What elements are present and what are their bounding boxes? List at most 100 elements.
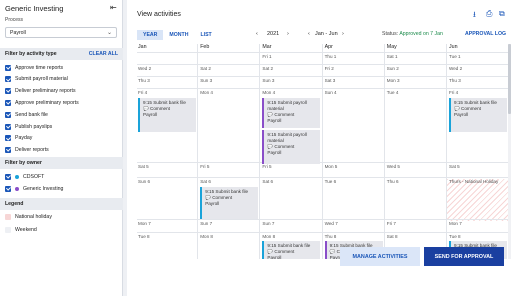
day-label[interactable]: Fri 4 [449, 90, 458, 95]
day-label[interactable]: Wed 2 [138, 66, 151, 71]
activity-event-card[interactable]: 9:15 Submit bank file💬 CommentPayroll [262, 241, 321, 259]
day-label[interactable]: Sat 2 [200, 66, 211, 71]
activity-event-card[interactable]: 9:15 Submit bank file💬 CommentPayroll [200, 187, 259, 219]
legend-swatch [5, 213, 11, 220]
approval-log-link[interactable]: APPROVAL LOG [465, 31, 506, 37]
day-label[interactable]: Mon 4 [262, 90, 275, 95]
checkbox-checked-icon[interactable] [5, 111, 11, 118]
day-label[interactable]: Tue 6 [325, 179, 337, 184]
clear-all-link[interactable]: CLEAR ALL [89, 51, 118, 57]
day-label[interactable]: Tue 4 [387, 90, 399, 95]
day-label[interactable]: Sun 6 [138, 179, 150, 184]
day-label[interactable]: Sun 2 [387, 66, 399, 71]
activity-event-card[interactable]: 9:15 Submit bank file💬 CommentPayroll [449, 98, 507, 132]
next-range-icon[interactable]: › [342, 31, 344, 37]
day-label[interactable]: Sat 5 [138, 164, 149, 169]
day-label[interactable]: Sun 4 [325, 90, 337, 95]
activity-event-card[interactable]: 9:15 Submit bank file💬 CommentPayroll [138, 98, 196, 132]
activity-filter-item[interactable]: Approve time reports [5, 63, 63, 72]
tab-year[interactable]: YEAR [137, 30, 164, 40]
collapse-panel-icon[interactable]: ⇤ [110, 3, 117, 12]
calendar-scrollbar[interactable] [508, 44, 511, 259]
owner-filter-cdsoft[interactable]: CDSOFT [5, 172, 44, 181]
day-label[interactable]: Sat 2 [262, 66, 273, 71]
day-label[interactable]: Thu 3 [449, 78, 461, 83]
scrollbar-thumb[interactable] [508, 44, 511, 114]
checkbox-checked-icon[interactable] [5, 123, 11, 130]
tab-list[interactable]: LIST [194, 30, 217, 40]
activity-event-card[interactable]: 9:15 Submit payroll material 💬 Comment Pay… [262, 130, 321, 164]
next-year-icon[interactable]: › [287, 31, 289, 37]
day-label[interactable]: Mon 8 [200, 234, 213, 239]
day-label[interactable]: Fri 7 [387, 221, 396, 226]
day-label[interactable]: Mon 4 [200, 90, 213, 95]
activity-filter-item[interactable]: Payday [5, 134, 32, 143]
checkbox-checked-icon[interactable] [5, 147, 11, 154]
send-for-approval-button[interactable]: SEND FOR APPROVAL [424, 247, 504, 266]
day-label[interactable]: Sun 3 [262, 78, 274, 83]
prev-year-icon[interactable]: ‹ [256, 31, 258, 37]
activity-event-card[interactable]: 9:15 Submit payroll material 💬 Comment Pay… [262, 98, 321, 128]
day-label[interactable]: Thu 6 [387, 179, 399, 184]
day-label[interactable]: Sat 1 [387, 54, 398, 59]
day-label[interactable]: Tue 8 [449, 234, 461, 239]
day-label[interactable]: Thu 1 [325, 54, 337, 59]
checkbox-checked-icon[interactable] [5, 173, 11, 180]
tab-month[interactable]: MONTH [163, 30, 194, 40]
day-label[interactable]: Sat 6 [200, 179, 211, 184]
activity-filter-item[interactable]: Deliver preliminary reports [5, 87, 76, 96]
prev-range-icon[interactable]: ‹ [308, 31, 310, 37]
activity-filter-item[interactable]: Deliver reports [5, 146, 49, 155]
day-label[interactable]: Fri 5 [262, 164, 271, 169]
download-icon[interactable]: ⭳ [473, 9, 476, 23]
day-label[interactable]: Sat 6 [262, 179, 273, 184]
filter-owner-title: Filter by owner [5, 160, 42, 166]
checkbox-checked-icon[interactable] [5, 135, 11, 142]
panel-divider[interactable] [123, 0, 127, 296]
process-select[interactable]: Payroll ⌄ [5, 27, 117, 38]
activity-filter-item[interactable]: Send bank file [5, 110, 48, 119]
owner-filter-generic-investing[interactable]: Generic Investing [5, 184, 63, 193]
day-label[interactable]: Wed 5 [387, 164, 400, 169]
checkbox-checked-icon[interactable] [5, 185, 11, 192]
activity-filter-item[interactable]: Publish payslips [5, 122, 52, 131]
day-label[interactable]: Thu 8 [325, 234, 337, 239]
activity-filter-item[interactable]: Submit payroll material [5, 75, 68, 84]
day-label[interactable]: Sat 3 [325, 78, 336, 83]
day-label[interactable]: Mon 7 [449, 221, 462, 226]
day-label[interactable]: Fri 4 [138, 90, 147, 95]
day-label[interactable]: Fri 2 [325, 66, 334, 71]
day-label[interactable]: Thu 3 [138, 78, 150, 83]
checkbox-checked-icon[interactable] [5, 64, 11, 71]
day-label[interactable]: Sun 7 [200, 221, 212, 226]
checkbox-checked-icon[interactable] [5, 76, 11, 83]
day-label[interactable]: Fri 1 [262, 54, 271, 59]
event-owner: Payroll [454, 112, 469, 117]
manage-activities-button[interactable]: MANAGE ACTIVITIES [340, 247, 420, 266]
share-icon[interactable]: ⧉ [499, 9, 505, 19]
day-label[interactable]: Tue 8 [138, 234, 150, 239]
legend-label: National holiday [15, 213, 52, 220]
day-label[interactable]: Sat 8 [387, 234, 398, 239]
day-label[interactable]: Sun 3 [200, 78, 212, 83]
day-label[interactable]: Wed 7 [325, 221, 338, 226]
day-label[interactable]: Mon 3 [387, 78, 400, 83]
activity-filter-item[interactable]: Approve preliminary reports [5, 98, 79, 107]
day-label[interactable]: Sun 7 [262, 221, 274, 226]
day-label[interactable]: Sat 5 [449, 164, 460, 169]
comment-icon: 💬 [454, 106, 460, 111]
activity-filter-label: Approve preliminary reports [15, 99, 79, 106]
day-label[interactable]: Mon 5 [325, 164, 338, 169]
checkbox-checked-icon[interactable] [5, 99, 11, 106]
month-header: Feb [200, 44, 210, 50]
print-icon[interactable]: ⎙ [486, 9, 492, 19]
checkbox-checked-icon[interactable] [5, 88, 11, 95]
day-label[interactable]: Wed 2 [449, 66, 462, 71]
activity-filter-label: Submit payroll material [15, 76, 68, 83]
day-label[interactable]: Thurs - National Holiday [449, 179, 498, 184]
comment-icon: 💬 [267, 112, 274, 117]
day-label[interactable]: Mon 7 [138, 221, 151, 226]
day-label[interactable]: Tue 1 [449, 54, 461, 59]
day-label[interactable]: Fri 5 [200, 164, 209, 169]
day-label[interactable]: Mon 8 [262, 234, 275, 239]
